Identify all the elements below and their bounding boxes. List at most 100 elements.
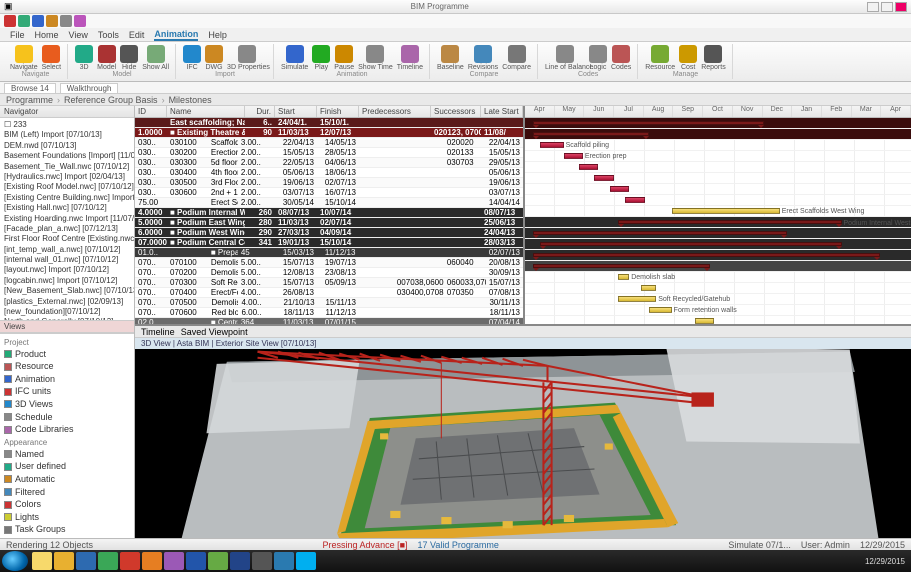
qat-icon[interactable]: [46, 15, 58, 27]
taskbar-app[interactable]: [120, 552, 140, 570]
taskbar-app[interactable]: [296, 552, 316, 570]
tree-item[interactable]: [int_temp_wall_a.nwc] [07/10/12]: [4, 245, 132, 255]
ribbon-navigate[interactable]: Navigate: [10, 45, 38, 71]
gantt-bar[interactable]: [540, 242, 841, 246]
palette-item[interactable]: Automatic: [4, 473, 130, 486]
tree-item[interactable]: [new_foundation][07/10/12]: [4, 307, 132, 317]
table-row[interactable]: 070..070300Soft Recycled/Gatehub at unde…: [135, 278, 523, 288]
tree-item[interactable]: [internal wall_01.nwc] [07/10/12]: [4, 255, 132, 265]
palette-item[interactable]: Schedule: [4, 411, 130, 424]
palette-item[interactable]: Named: [4, 448, 130, 461]
col-header[interactable]: Late Start: [481, 106, 523, 117]
table-row[interactable]: 6.0000■ Podium West Wing: Structural Wor…: [135, 228, 523, 238]
tree-item[interactable]: [layout.nwc] Import [07/10/12]: [4, 265, 132, 275]
start-button[interactable]: [2, 551, 28, 571]
menu-edit[interactable]: Edit: [129, 30, 145, 40]
palette-item[interactable]: Product: [4, 348, 130, 361]
table-row[interactable]: East scaffolding; Narrow Street East Win…: [135, 118, 523, 128]
crumb[interactable]: Milestones: [169, 95, 212, 105]
ribbon-baseline[interactable]: Baseline: [437, 45, 464, 71]
ribbon-hide[interactable]: Hide: [120, 45, 138, 71]
table-row[interactable]: 07.0000■ Podium Central Core: Structural…: [135, 238, 523, 248]
qat-icon[interactable]: [4, 15, 16, 27]
ribbon-play[interactable]: Play: [312, 45, 330, 71]
crumb[interactable]: Programme: [6, 95, 53, 105]
ribbon-model[interactable]: Model: [97, 45, 116, 71]
menu-view[interactable]: View: [69, 30, 88, 40]
table-row[interactable]: 01.0..■ Preparatory Works and Demolition…: [135, 248, 523, 258]
taskbar-app[interactable]: [274, 552, 294, 570]
table-row[interactable]: 4.0000■ Podium Internal West Link Works2…: [135, 208, 523, 218]
crumb[interactable]: Reference Group Basis: [64, 95, 158, 105]
gantt-bar[interactable]: [533, 121, 765, 125]
ribbon-show-time[interactable]: Show Time: [358, 45, 393, 71]
ribbon-3d[interactable]: 3D: [75, 45, 93, 71]
ribbon-ifc[interactable]: IFC: [183, 45, 201, 71]
col-header[interactable]: ID: [135, 106, 167, 117]
tree-item[interactable]: [Existing Roof Model.nwc] [07/10/12]: [4, 182, 132, 192]
table-row[interactable]: 1.0000■ Existing Theatre & (Southern) Bl…: [135, 128, 523, 138]
taskbar-app[interactable]: [142, 552, 162, 570]
table-row[interactable]: 030..030100Scaffold piling temporary wor…: [135, 138, 523, 148]
tree-item[interactable]: [Facade_plan_a.nwc] [07/12/13]: [4, 224, 132, 234]
grid-body[interactable]: East scaffolding; Narrow Street East Win…: [135, 118, 523, 324]
table-row[interactable]: 030..0303005d floor slab/top remove2.00.…: [135, 158, 523, 168]
palette-item[interactable]: IFC units: [4, 385, 130, 398]
taskbar-app[interactable]: [186, 552, 206, 570]
table-row[interactable]: 070..070200Demolish existing foundation5…: [135, 268, 523, 278]
palette-item[interactable]: Animation: [4, 373, 130, 386]
close-button[interactable]: [895, 2, 907, 12]
taskbar-app[interactable]: [32, 552, 52, 570]
taskbar-app[interactable]: [208, 552, 228, 570]
gantt-bar[interactable]: Soft Recycled/Gatehub: [618, 296, 657, 302]
3d-viewport[interactable]: 3D View | Asta BIM | Exterior Site View …: [135, 338, 911, 538]
gantt-bar[interactable]: [533, 132, 649, 136]
gantt-bar[interactable]: Form retention walls: [649, 307, 672, 313]
system-clock[interactable]: 12/29/2015: [861, 557, 909, 566]
minimize-button[interactable]: [867, 2, 879, 12]
tree-item[interactable]: [logcabin.nwc] Import [07/10/12]: [4, 276, 132, 286]
table-row[interactable]: 02.0..■ Central Reconstruction36411/03/1…: [135, 318, 523, 324]
ribbon-logic[interactable]: Logic: [589, 45, 607, 71]
gantt-bar[interactable]: Demolish slab: [618, 274, 630, 280]
qat-icon[interactable]: [60, 15, 72, 27]
taskbar-app[interactable]: [98, 552, 118, 570]
gantt-bar[interactable]: [533, 264, 711, 268]
ribbon-show-all[interactable]: Show All: [142, 45, 169, 71]
table-row[interactable]: 030..0304004th floor demolition remove2.…: [135, 168, 523, 178]
ribbon-timeline[interactable]: Timeline: [397, 45, 423, 71]
tree-item[interactable]: BIM (Left) Import [07/10/13]: [4, 130, 132, 140]
table-row[interactable]: 070..070400Erect/Form Structural wall re…: [135, 288, 523, 298]
ribbon-cost[interactable]: Cost: [679, 45, 697, 71]
tree-item[interactable]: [Existing Centre Building.nwc] Import [0…: [4, 193, 132, 203]
palette-item[interactable]: Task Groups: [4, 523, 130, 536]
menu-tools[interactable]: Tools: [98, 30, 119, 40]
gantt-bar[interactable]: [625, 197, 644, 203]
gantt-bar[interactable]: [533, 231, 788, 235]
viewport-tab[interactable]: Saved Viewpoint: [181, 327, 248, 337]
col-header[interactable]: Finish: [317, 106, 359, 117]
ribbon-select[interactable]: Select: [42, 45, 61, 71]
menu-help[interactable]: Help: [208, 30, 227, 40]
gantt-chart[interactable]: AprMayJunJulAugSepOctNovDecJanFebMarApr …: [525, 106, 911, 324]
palette-item[interactable]: 3D Views: [4, 398, 130, 411]
ribbon-resource[interactable]: Resource: [645, 45, 675, 71]
tree-item[interactable]: [plastics_External.nwc] [02/09/13]: [4, 297, 132, 307]
taskbar-app[interactable]: [230, 552, 250, 570]
table-row[interactable]: 030..030200Erection preparation works pr…: [135, 148, 523, 158]
gantt-bar[interactable]: [641, 285, 656, 291]
ribbon-revisions[interactable]: Revisions: [468, 45, 498, 71]
table-row[interactable]: 75.00Erect Scaffolds2.00..30/05/1415/10/…: [135, 198, 523, 208]
subtab[interactable]: Walkthrough: [60, 83, 119, 93]
gantt-bar[interactable]: [594, 175, 613, 181]
viewport-tab[interactable]: Timeline: [141, 327, 175, 337]
col-header[interactable]: Name: [167, 106, 245, 117]
gantt-bar[interactable]: Erect Scaffolds West Wing: [672, 208, 780, 214]
ribbon-codes[interactable]: Codes: [611, 45, 631, 71]
tree-item[interactable]: Existing Hoarding.nwc Import [11/07/12]: [4, 214, 132, 224]
qat-icon[interactable]: [18, 15, 30, 27]
palette-item[interactable]: Resource: [4, 360, 130, 373]
maximize-button[interactable]: [881, 2, 893, 12]
table-row[interactable]: 030..0305003rd Floor demolition2.00..19/…: [135, 178, 523, 188]
gantt-bar[interactable]: [695, 318, 714, 324]
